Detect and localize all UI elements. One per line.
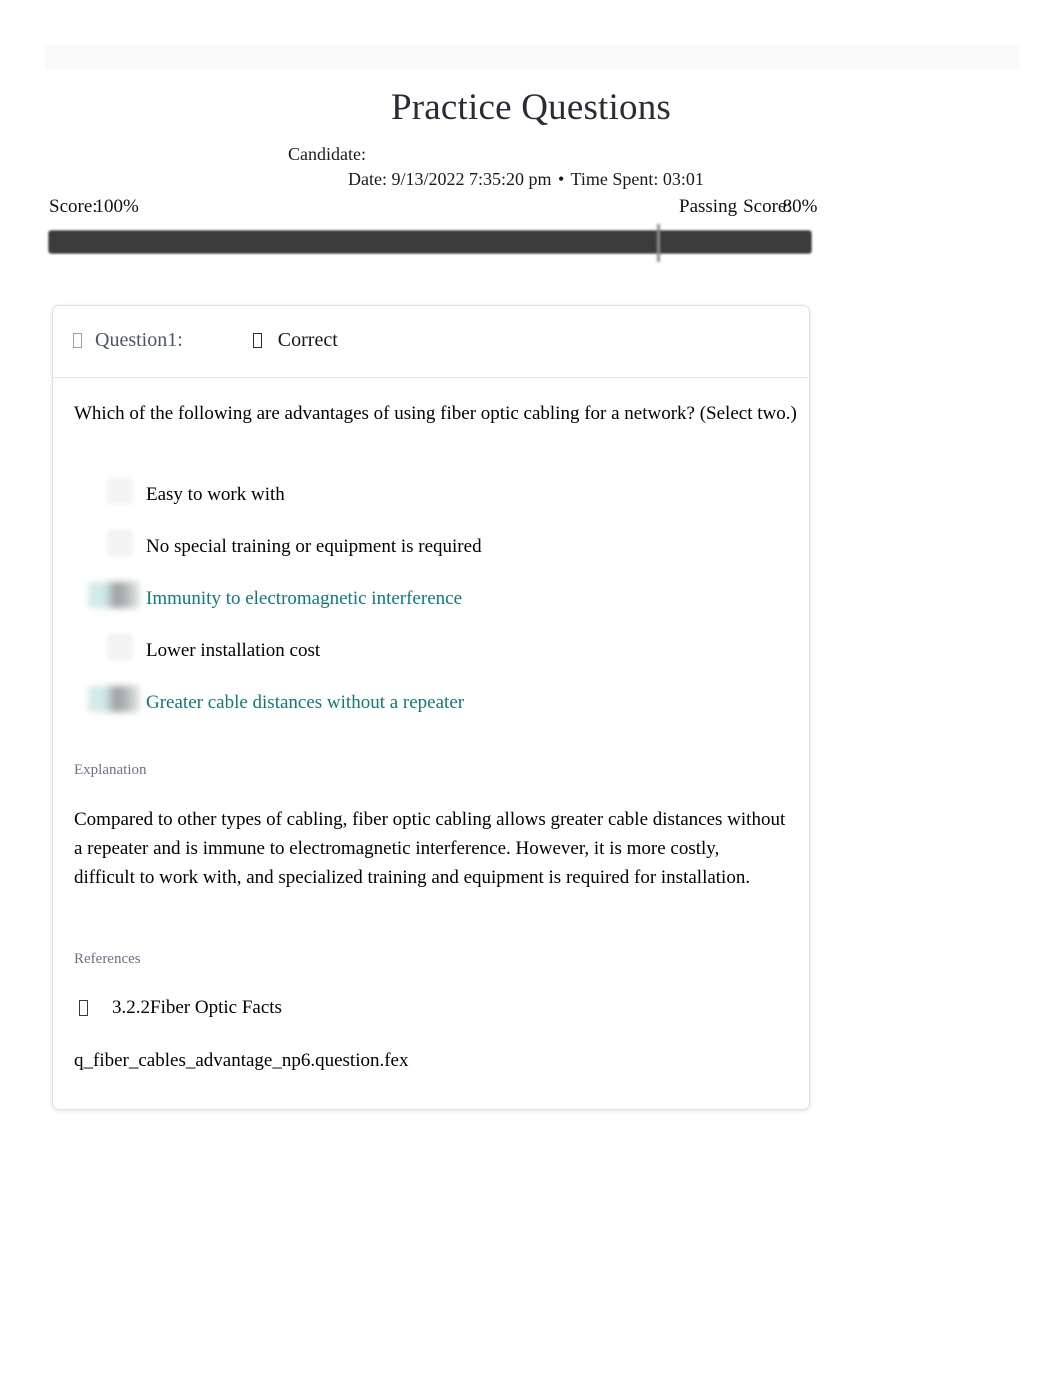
progress-fill	[49, 231, 811, 253]
question-number-label: Question1:	[95, 329, 183, 351]
question-file-name: q_fiber_cables_advantage_np6.question.fe…	[74, 1050, 409, 1071]
time-spent-value: 03:01	[662, 169, 704, 189]
question-header-inner: Question1: Correct	[73, 328, 338, 352]
time-spent-label: Time Spent:	[570, 169, 659, 189]
reference-list-item[interactable]: 3.2.2Fiber Optic Facts	[74, 995, 790, 1021]
reference-bullet-icon	[79, 1000, 88, 1016]
question-prompt: Which of the following are advantages of…	[74, 403, 797, 424]
score-readout: Score:100%	[49, 194, 139, 219]
passing-score-value: 80%	[782, 196, 818, 217]
question-bullet-icon	[73, 333, 82, 348]
explanation-line: a repeater and is immune to electromagne…	[74, 838, 720, 859]
score-value: 100%	[94, 196, 139, 217]
answer-checkbox[interactable]	[107, 530, 133, 556]
answer-checkbox-selected[interactable]	[88, 686, 140, 712]
top-banner-strip	[45, 45, 1020, 69]
question-card-header: Question1: Correct	[53, 306, 809, 378]
passing-score-marker	[657, 224, 660, 262]
passing-score-readout: Passing Score:80%	[679, 194, 817, 219]
bullet-separator-icon: •	[558, 169, 565, 189]
question-card: Question1: Correct Which of the followin…	[52, 305, 810, 1110]
answer-option-label: Lower installation cost	[146, 640, 321, 661]
references-heading: References	[74, 951, 141, 967]
passing-score-label: Passing	[679, 196, 738, 217]
score-progress-bar	[49, 224, 811, 262]
explanation-heading: Explanation	[74, 762, 147, 778]
correct-check-icon	[252, 333, 262, 348]
answer-option-label: No special training or equipment is requ…	[146, 536, 482, 557]
explanation-text: Compared to other types of cabling, fibe…	[74, 805, 864, 892]
page-title: Practice Questions	[391, 87, 671, 128]
score-label: Score:	[49, 196, 98, 217]
question-status-label: Correct	[277, 329, 338, 351]
answer-checkbox[interactable]	[107, 634, 133, 660]
answer-option-label: Greater cable distances without a repeat…	[146, 692, 465, 713]
answer-checkbox[interactable]	[107, 478, 133, 504]
date-value: 9/13/2022 7:35:20 pm	[391, 169, 552, 189]
answer-option[interactable]: Lower installation cost	[74, 625, 790, 677]
answer-option[interactable]: Greater cable distances without a repeat…	[74, 677, 790, 729]
answer-option-label: Immunity to electromagnetic interference	[146, 588, 462, 609]
reference-label: 3.2.2Fiber Optic Facts	[112, 997, 282, 1018]
explanation-line: difficult to work with, and specialized …	[74, 867, 751, 888]
date-time-line: Date: 9/13/2022 7:35:20 pm • Time Spent:…	[348, 167, 704, 191]
answer-options-list: Easy to work with No special training or…	[74, 469, 790, 729]
answer-option[interactable]: No special training or equipment is requ…	[74, 521, 790, 573]
candidate-label: Candidate:	[288, 144, 366, 164]
explanation-line: Compared to other types of cabling, fibe…	[74, 809, 786, 830]
answer-option[interactable]: Easy to work with	[74, 469, 790, 521]
question-card-body: Which of the following are advantages of…	[74, 401, 797, 1074]
answer-option[interactable]: Immunity to electromagnetic interference	[74, 573, 790, 625]
answer-checkbox-selected[interactable]	[88, 582, 140, 608]
date-label: Date:	[348, 169, 387, 189]
answer-option-label: Easy to work with	[146, 484, 285, 505]
candidate-line: Candidate:	[288, 142, 366, 166]
